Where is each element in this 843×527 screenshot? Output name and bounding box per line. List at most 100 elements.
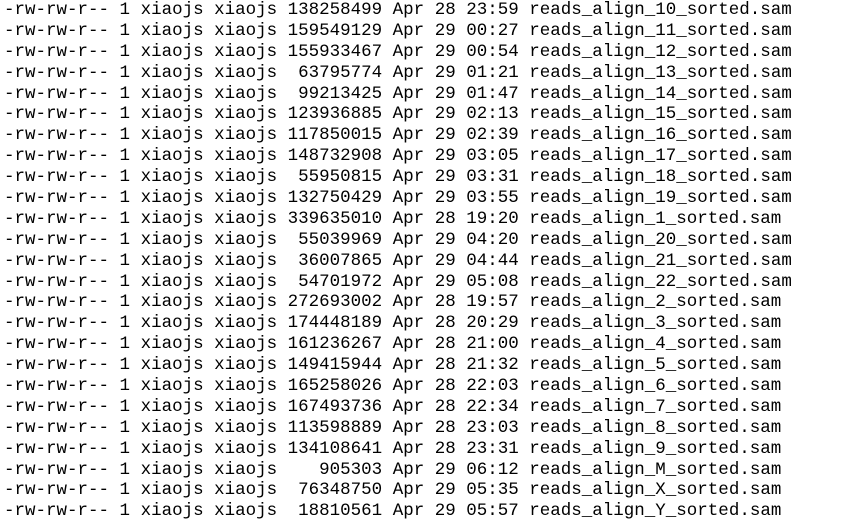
month-text: Apr — [392, 188, 425, 209]
time-text: 02:39 — [466, 125, 519, 146]
group-text: xiaojs — [214, 229, 278, 250]
permissions-text: -rw-rw-r-- — [4, 459, 110, 480]
month-text: Apr — [392, 229, 425, 250]
filename-text: reads_align_21_sorted.sam — [529, 250, 792, 271]
owner-text: xiaojs — [140, 188, 204, 209]
permissions-text: -rw-rw-r-- — [4, 480, 110, 501]
month-text: Apr — [392, 62, 425, 83]
filename-text: reads_align_20_sorted.sam — [529, 229, 792, 250]
link-count-text: 1 — [119, 355, 131, 376]
filename-text: reads_align_22_sorted.sam — [529, 271, 792, 292]
link-count-text: 1 — [119, 125, 131, 146]
permissions-text: -rw-rw-r-- — [4, 188, 110, 209]
link-count-text: 1 — [119, 188, 131, 209]
permissions-text: -rw-rw-r-- — [4, 271, 110, 292]
day-text: 28 — [434, 0, 456, 20]
group-text: xiaojs — [214, 376, 278, 397]
listing-row: -rw-rw-r-- 1 xiaojs xiaojs 159549129 Apr… — [0, 21, 843, 42]
time-text: 21:00 — [466, 334, 519, 355]
owner-text: xiaojs — [140, 438, 204, 459]
group-text: xiaojs — [214, 83, 278, 104]
permissions-text: -rw-rw-r-- — [4, 313, 110, 334]
listing-row: -rw-rw-r-- 1 xiaojs xiaojs 99213425 Apr … — [0, 84, 843, 105]
permissions-text: -rw-rw-r-- — [4, 396, 110, 417]
day-text: 29 — [434, 229, 456, 250]
day-text: 28 — [434, 417, 456, 438]
link-count-text: 1 — [119, 480, 131, 501]
file-size-text: 161236267 — [287, 334, 383, 355]
month-text: Apr — [392, 355, 425, 376]
permissions-text: -rw-rw-r-- — [4, 41, 110, 62]
listing-row: -rw-rw-r-- 1 xiaojs xiaojs 134108641 Apr… — [0, 439, 843, 460]
month-text: Apr — [392, 396, 425, 417]
listing-row: -rw-rw-r-- 1 xiaojs xiaojs 138258499 Apr… — [0, 0, 843, 21]
listing-row: -rw-rw-r-- 1 xiaojs xiaojs 905303 Apr 29… — [0, 460, 843, 481]
group-text: xiaojs — [214, 334, 278, 355]
filename-text: reads_align_Y_sorted.sam — [529, 501, 782, 522]
permissions-text: -rw-rw-r-- — [4, 438, 110, 459]
group-text: xiaojs — [214, 188, 278, 209]
link-count-text: 1 — [119, 229, 131, 250]
time-text: 21:32 — [466, 355, 519, 376]
link-count-text: 1 — [119, 334, 131, 355]
day-text: 29 — [434, 167, 456, 188]
filename-text: reads_align_11_sorted.sam — [529, 20, 792, 41]
owner-text: xiaojs — [140, 459, 204, 480]
day-text: 29 — [434, 104, 456, 125]
listing-row: -rw-rw-r-- 1 xiaojs xiaojs 18810561 Apr … — [0, 501, 843, 522]
group-text: xiaojs — [214, 438, 278, 459]
time-text: 23:59 — [466, 0, 519, 20]
filename-text: reads_align_9_sorted.sam — [529, 438, 782, 459]
permissions-text: -rw-rw-r-- — [4, 208, 110, 229]
day-text: 28 — [434, 208, 456, 229]
day-text: 28 — [434, 313, 456, 334]
time-text: 20:29 — [466, 313, 519, 334]
time-text: 23:03 — [466, 417, 519, 438]
permissions-text: -rw-rw-r-- — [4, 0, 110, 20]
permissions-text: -rw-rw-r-- — [4, 355, 110, 376]
listing-row: -rw-rw-r-- 1 xiaojs xiaojs 117850015 Apr… — [0, 125, 843, 146]
month-text: Apr — [392, 41, 425, 62]
permissions-text: -rw-rw-r-- — [4, 376, 110, 397]
day-text: 29 — [434, 41, 456, 62]
filename-text: reads_align_17_sorted.sam — [529, 146, 792, 167]
permissions-text: -rw-rw-r-- — [4, 125, 110, 146]
owner-text: xiaojs — [140, 146, 204, 167]
time-text: 03:05 — [466, 146, 519, 167]
owner-text: xiaojs — [140, 292, 204, 313]
day-text: 28 — [434, 396, 456, 417]
group-text: xiaojs — [214, 355, 278, 376]
filename-text: reads_align_X_sorted.sam — [529, 480, 782, 501]
file-size-text: 76348750 — [298, 480, 383, 501]
owner-text: xiaojs — [140, 355, 204, 376]
time-text: 03:31 — [466, 167, 519, 188]
permissions-text: -rw-rw-r-- — [4, 292, 110, 313]
file-size-text: 174448189 — [287, 313, 383, 334]
listing-row: -rw-rw-r-- 1 xiaojs xiaojs 76348750 Apr … — [0, 480, 843, 501]
owner-text: xiaojs — [140, 104, 204, 125]
month-text: Apr — [392, 480, 425, 501]
link-count-text: 1 — [119, 167, 131, 188]
listing-row: -rw-rw-r-- 1 xiaojs xiaojs 167493736 Apr… — [0, 397, 843, 418]
file-size-text: 138258499 — [287, 0, 383, 20]
group-text: xiaojs — [214, 62, 278, 83]
file-size-text: 55950815 — [298, 167, 383, 188]
file-size-text: 134108641 — [287, 438, 383, 459]
filename-text: reads_align_10_sorted.sam — [529, 0, 792, 20]
group-text: xiaojs — [214, 417, 278, 438]
group-text: xiaojs — [214, 271, 278, 292]
month-text: Apr — [392, 104, 425, 125]
link-count-text: 1 — [119, 376, 131, 397]
permissions-text: -rw-rw-r-- — [4, 250, 110, 271]
group-text: xiaojs — [214, 396, 278, 417]
file-size-text: 159549129 — [287, 20, 383, 41]
filename-text: reads_align_19_sorted.sam — [529, 188, 792, 209]
listing-row: -rw-rw-r-- 1 xiaojs xiaojs 63795774 Apr … — [0, 63, 843, 84]
time-text: 04:44 — [466, 250, 519, 271]
filename-text: reads_align_12_sorted.sam — [529, 41, 792, 62]
month-text: Apr — [392, 417, 425, 438]
time-text: 06:12 — [466, 459, 519, 480]
group-text: xiaojs — [214, 104, 278, 125]
owner-text: xiaojs — [140, 208, 204, 229]
permissions-text: -rw-rw-r-- — [4, 104, 110, 125]
